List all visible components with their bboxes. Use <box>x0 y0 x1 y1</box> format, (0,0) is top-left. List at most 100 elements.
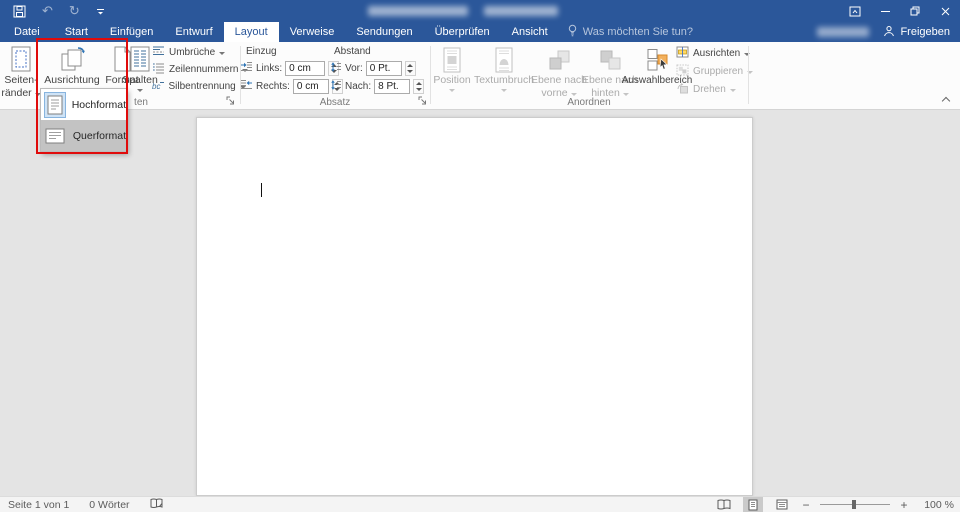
bring-forward-label-line1: Ebene nach <box>530 74 588 86</box>
page-setup-dialog-launcher-icon[interactable] <box>226 96 236 106</box>
proofing-icon[interactable] <box>150 498 163 512</box>
breaks-button[interactable]: Umbrüche <box>152 45 226 60</box>
collapse-ribbon-icon[interactable] <box>942 95 950 103</box>
indent-right-icon <box>240 79 253 93</box>
save-icon[interactable] <box>13 5 26 18</box>
send-backward-button[interactable]: Ebene nach hinten <box>582 44 638 99</box>
window-controls <box>840 0 960 22</box>
customize-qat-icon[interactable] <box>96 7 105 16</box>
document-title-blurred <box>368 6 468 16</box>
web-layout-icon[interactable] <box>772 497 792 512</box>
person-icon <box>883 25 895 40</box>
group-button[interactable]: Gruppieren <box>676 64 754 79</box>
document-canvas <box>0 110 960 496</box>
read-mode-icon[interactable] <box>714 497 734 512</box>
page-setup-group-label-partial: ten <box>134 97 148 108</box>
ribbon-display-options-icon[interactable] <box>840 0 870 22</box>
landscape-label: Querformat <box>72 129 126 142</box>
redo-icon[interactable]: ↻ <box>69 3 80 19</box>
rotate-icon <box>676 82 689 97</box>
dropdown-arrow-icon <box>622 92 629 96</box>
undo-icon[interactable]: ↶ <box>42 3 53 19</box>
portrait-label: Hochformat <box>71 98 126 111</box>
selection-pane-button[interactable]: Auswahlbereich <box>622 44 692 86</box>
status-bar: Seite 1 von 1 0 Wörter − + 100 % <box>0 496 960 512</box>
bring-forward-button[interactable]: Ebene nach vorne <box>530 44 588 99</box>
text-wrap-label: Textumbruch <box>473 74 535 86</box>
zoom-out-button[interactable]: − <box>801 498 811 512</box>
position-button[interactable]: Position <box>430 44 474 92</box>
hyphenation-button[interactable]: bc Silbentrennung <box>152 79 246 94</box>
indent-right-input[interactable] <box>292 78 329 94</box>
tab-ueberpruefen[interactable]: Überprüfen <box>424 22 501 42</box>
tell-me-box[interactable]: Was möchten Sie tun? <box>567 22 693 42</box>
align-button[interactable]: Ausrichten <box>676 46 751 61</box>
landscape-page-icon <box>44 123 67 149</box>
orientation-button[interactable]: Ausrichtung <box>41 44 103 92</box>
spacing-before-stepper[interactable] <box>404 60 416 76</box>
group-separator <box>748 46 749 104</box>
share-button[interactable]: Freigeben <box>883 25 950 40</box>
line-numbers-button[interactable]: Zeilennummern <box>152 62 249 77</box>
portrait-page-icon <box>44 91 66 118</box>
tab-sendungen[interactable]: Sendungen <box>345 22 423 42</box>
dropdown-arrow-icon <box>219 51 226 55</box>
dropdown-arrow-icon <box>449 89 455 92</box>
orientation-label: Ausrichtung <box>44 74 100 86</box>
tab-entwurf[interactable]: Entwurf <box>164 22 223 42</box>
document-page[interactable] <box>196 117 753 496</box>
spacing-after-input[interactable] <box>374 78 411 94</box>
menu-item-portrait[interactable]: Hochformat <box>41 89 126 120</box>
minimize-icon[interactable] <box>870 0 900 22</box>
tab-start[interactable]: Start <box>54 22 99 42</box>
indent-left-input[interactable] <box>285 60 326 76</box>
breaks-label: Umbrüche <box>169 47 216 58</box>
title-bar: ↶ ↻ <box>0 0 960 22</box>
tab-layout[interactable]: Layout <box>223 22 279 42</box>
margins-label-line1: Seiten- <box>4 74 38 86</box>
print-layout-icon[interactable] <box>743 497 763 512</box>
indent-left-row: Links: <box>240 60 340 76</box>
restore-icon[interactable] <box>900 0 930 22</box>
tab-ansicht[interactable]: Ansicht <box>501 22 559 42</box>
columns-icon <box>128 44 152 73</box>
group-label: Gruppieren <box>693 66 744 77</box>
margins-icon <box>9 44 33 73</box>
menu-item-landscape[interactable]: Querformat <box>41 120 126 151</box>
zoom-slider-thumb[interactable] <box>852 500 856 509</box>
align-label: Ausrichten <box>693 48 741 59</box>
rotate-button[interactable]: Drehen <box>676 82 736 97</box>
group-objects-icon <box>676 64 689 79</box>
margins-button[interactable]: Seiten- ränder <box>1 44 41 99</box>
orientation-dropdown-menu: Hochformat Querformat <box>40 88 127 152</box>
word-count[interactable]: 0 Wörter <box>89 499 129 511</box>
spacing-after-row: Nach: <box>330 78 425 94</box>
ribbon: Seiten- ränder Ausrichtung Format Spalte… <box>0 42 960 110</box>
close-icon[interactable] <box>930 0 960 22</box>
spacing-after-stepper[interactable] <box>413 78 425 94</box>
indent-right-label: Rechts: <box>256 80 290 92</box>
text-wrap-button[interactable]: Textumbruch <box>474 44 534 92</box>
zoom-level[interactable]: 100 % <box>918 499 954 511</box>
statusbar-left: Seite 1 von 1 0 Wörter <box>0 498 163 512</box>
zoom-in-button[interactable]: + <box>899 498 909 512</box>
breaks-icon <box>152 45 165 60</box>
spacing-before-row: Vor: <box>330 60 416 76</box>
indent-left-label: Links: <box>256 62 283 74</box>
tab-einfuegen[interactable]: Einfügen <box>99 22 164 42</box>
send-backward-icon <box>597 44 623 73</box>
page-indicator[interactable]: Seite 1 von 1 <box>8 499 69 511</box>
hyphenation-label: Silbentrennung <box>168 81 236 92</box>
text-cursor <box>261 183 262 197</box>
indent-left-icon <box>240 61 253 75</box>
tab-verweise[interactable]: Verweise <box>279 22 346 42</box>
paragraph-dialog-launcher-icon[interactable] <box>418 96 428 106</box>
hyphenation-icon: bc <box>152 81 165 92</box>
arrange-group-label: Anordnen <box>567 97 611 108</box>
spacing-before-icon <box>330 61 342 76</box>
spacing-after-label: Nach: <box>345 80 372 92</box>
statusbar-right: − + 100 % <box>714 497 960 512</box>
spacing-before-input[interactable] <box>365 60 402 76</box>
tab-datei[interactable]: Datei <box>0 22 54 42</box>
zoom-slider[interactable] <box>820 497 890 512</box>
